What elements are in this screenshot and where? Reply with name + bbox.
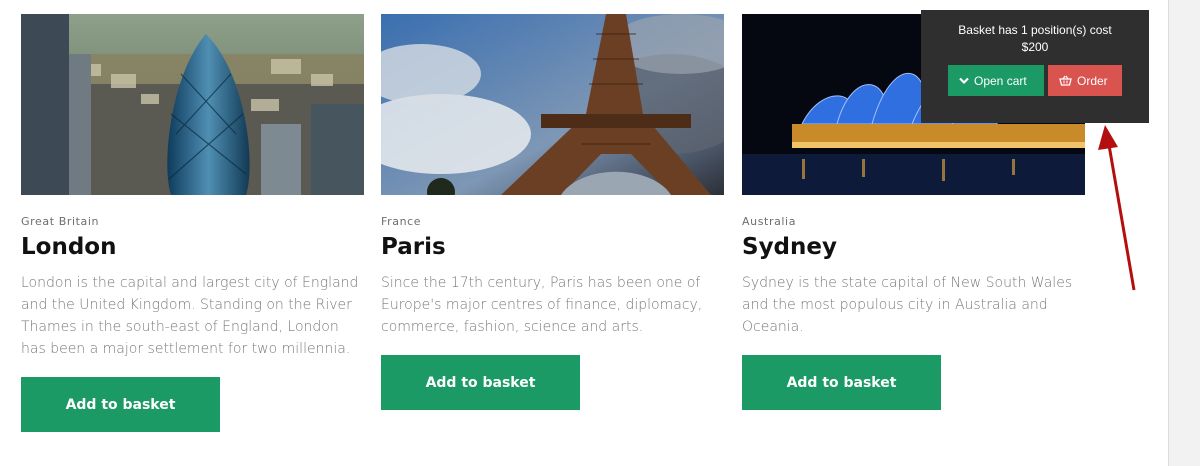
- card-country: Australia: [742, 215, 797, 228]
- open-cart-label: Open cart: [974, 73, 1027, 88]
- paris-image: [381, 14, 724, 195]
- card-country: France: [381, 215, 422, 228]
- order-button[interactable]: Order: [1048, 65, 1122, 96]
- card-description: Sydney is the state capital of New South…: [742, 275, 1073, 335]
- london-image: [21, 14, 364, 195]
- card-country: Great Britain: [21, 215, 100, 228]
- card-london: Great Britain London London is the capit…: [21, 14, 364, 432]
- add-to-basket-button[interactable]: Add to basket: [21, 377, 220, 432]
- card-title: London: [21, 234, 117, 260]
- open-cart-button[interactable]: Open cart: [948, 65, 1044, 96]
- add-to-basket-button[interactable]: Add to basket: [742, 355, 941, 410]
- card-description: London is the capital and largest city o…: [21, 275, 359, 357]
- basket-summary-total: $200: [1021, 40, 1049, 54]
- chevron-down-icon: [959, 77, 969, 85]
- basket-icon: [1059, 75, 1072, 86]
- card-paris: France Paris Since the 17th century, Par…: [381, 14, 724, 410]
- card-description: Since the 17th century, Paris has been o…: [381, 275, 703, 335]
- add-to-basket-button[interactable]: Add to basket: [381, 355, 580, 410]
- card-title: Sydney: [742, 234, 837, 260]
- scrollbar[interactable]: [1168, 0, 1200, 466]
- basket-popup: Basket has 1 position(s) cost $200 Open …: [921, 10, 1149, 123]
- order-label: Order: [1077, 73, 1108, 88]
- basket-summary-line1: Basket has 1 position(s) cost: [958, 23, 1112, 37]
- card-title: Paris: [381, 234, 446, 260]
